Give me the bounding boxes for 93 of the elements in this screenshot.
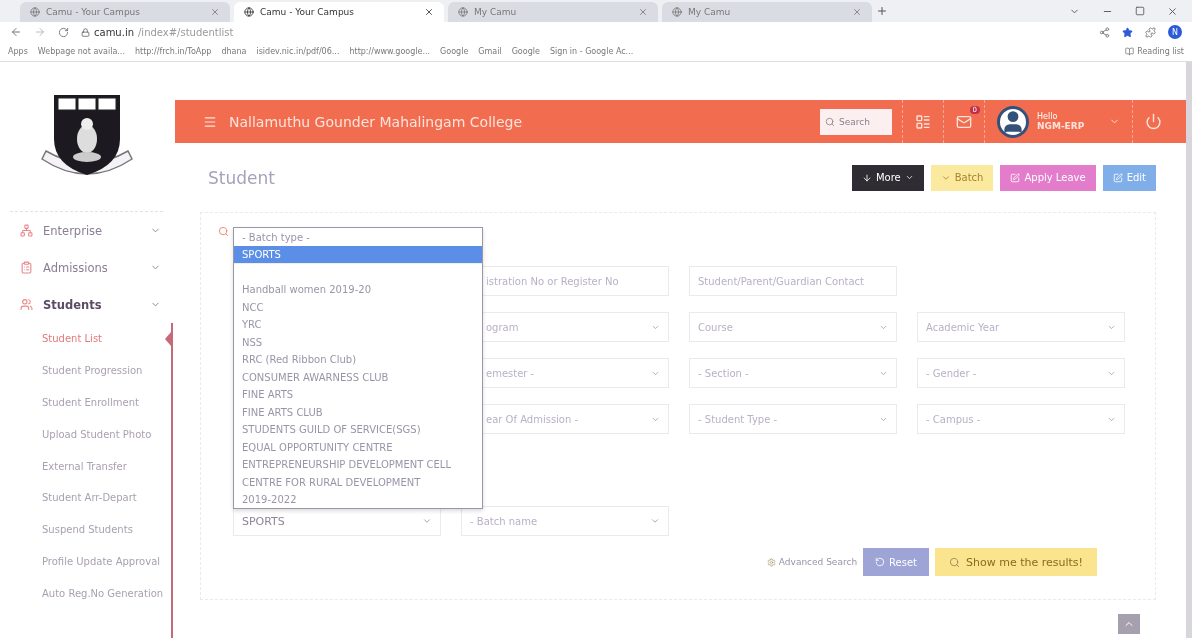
star-icon[interactable] xyxy=(1122,26,1133,38)
lock-icon xyxy=(81,27,90,37)
page-title: Student xyxy=(208,167,276,188)
select-field[interactable]: - Gender - xyxy=(917,358,1125,388)
dropdown-option[interactable]: CONSUMER AWARNESS CLUB xyxy=(234,368,482,386)
globe-icon xyxy=(244,7,254,17)
puzzle-icon[interactable] xyxy=(1145,26,1156,38)
edit-icon xyxy=(1010,172,1021,183)
reload-icon[interactable] xyxy=(58,26,69,38)
back-icon[interactable] xyxy=(10,26,22,38)
select-field[interactable]: - Campus - xyxy=(917,404,1125,434)
select-field[interactable]: - Student Type - xyxy=(689,404,897,434)
select-field[interactable]: Academic Year xyxy=(917,312,1125,342)
sidebar-subitem[interactable]: Suspend Students xyxy=(0,513,171,546)
globe-icon xyxy=(672,7,682,17)
action-button[interactable]: More xyxy=(851,164,924,191)
clipboard-icon xyxy=(20,261,33,274)
user-avatar[interactable] xyxy=(997,105,1029,138)
sidebar-subitem[interactable]: Student Enrollment xyxy=(0,386,171,419)
sidebar-subitem[interactable]: Student Arr-Depart xyxy=(0,482,171,514)
sidebar-subitem[interactable]: External Transfer xyxy=(0,450,171,482)
maximize-icon[interactable] xyxy=(1135,5,1145,16)
action-button[interactable]: Batch xyxy=(930,164,994,191)
reset-button[interactable]: Reset xyxy=(863,548,930,576)
dropdown-option[interactable]: CENTRE FOR RURAL DEVELOPMENT xyxy=(234,473,482,491)
people-icon xyxy=(20,298,33,311)
new-tab-icon[interactable] xyxy=(876,5,888,17)
globe-icon xyxy=(30,7,40,17)
sidebar-subitem[interactable]: Upload Student Photo xyxy=(0,418,171,451)
sidebar-item[interactable]: Students xyxy=(0,286,173,323)
sidebar-subitem[interactable]: Student Progression xyxy=(0,354,171,387)
search-icon xyxy=(218,226,229,237)
browser-tab[interactable]: Camu - Your Campus xyxy=(20,2,230,22)
select-field[interactable]: - Section - xyxy=(689,358,897,388)
scroll-top-button[interactable] xyxy=(1118,614,1140,634)
sidebar-subitem[interactable]: Profile Update Approval xyxy=(0,545,171,578)
share-icon[interactable] xyxy=(1099,26,1110,38)
sidebar-item[interactable]: Admissions xyxy=(0,249,173,286)
user-name: NGM-ERP xyxy=(1037,121,1086,131)
browser-tab[interactable]: Camu - Your Campus xyxy=(234,2,444,22)
bookmark[interactable]: Google xyxy=(511,47,540,56)
greeting-text: Hello xyxy=(1037,112,1059,121)
search-icon xyxy=(949,556,961,568)
action-button[interactable]: Apply Leave xyxy=(1000,164,1096,191)
bookmark[interactable]: Gmail xyxy=(478,47,502,56)
globe-icon xyxy=(458,7,468,17)
select-field[interactable]: - Batch name xyxy=(461,506,669,536)
bookmark[interactable]: isidev.nic.in/pdf/06... xyxy=(256,47,340,56)
chevron-icon xyxy=(422,516,432,526)
bookmark[interactable]: http://www.google... xyxy=(349,47,431,56)
sidebar-subitem[interactable]: Auto Reg.No Generation xyxy=(0,577,171,610)
dropdown-option[interactable]: FINE ARTS CLUB xyxy=(234,403,482,421)
address-field[interactable]: camu.in /index#/studentlist xyxy=(81,26,1087,38)
bookmark[interactable]: Apps xyxy=(8,47,28,56)
close-icon[interactable] xyxy=(424,7,434,17)
browser-tab[interactable]: My Camu xyxy=(662,2,872,22)
bookmark[interactable]: http://frch.in/ToApp xyxy=(134,47,212,56)
reset-icon xyxy=(875,557,886,567)
select-field[interactable]: Course xyxy=(689,312,897,342)
college-name: Nallamuthu Gounder Mahalingam College xyxy=(229,113,524,130)
book-icon xyxy=(1125,47,1135,56)
dropdown-option[interactable]: - Batch type - xyxy=(234,228,482,246)
menu-icon[interactable] xyxy=(203,114,217,129)
search-field[interactable]: Search xyxy=(820,108,892,135)
chevron-icon xyxy=(650,516,660,526)
action-button[interactable]: Edit xyxy=(1102,164,1156,191)
reading-list-button[interactable]: Reading list xyxy=(1125,47,1184,56)
forward-icon[interactable] xyxy=(34,26,46,38)
bookmark[interactable]: dhana xyxy=(221,47,247,56)
close-icon[interactable] xyxy=(1167,5,1178,17)
caret-icon xyxy=(904,173,914,182)
advanced-search-link[interactable]: Advanced Search xyxy=(766,557,858,567)
dropdown-option[interactable]: NCC xyxy=(234,298,482,316)
profile-avatar[interactable]: N xyxy=(1168,25,1182,39)
list-icon[interactable] xyxy=(915,113,931,130)
bookmark[interactable]: Sign in - Google Ac... xyxy=(549,47,634,56)
power-icon[interactable] xyxy=(1145,113,1162,130)
bookmark[interactable]: Google xyxy=(440,47,469,56)
browser-tab[interactable]: My Camu xyxy=(448,2,658,22)
bookmark[interactable]: Webpage not availa... xyxy=(37,47,125,56)
search-icon xyxy=(825,116,835,127)
edit-icon xyxy=(1112,172,1123,183)
gear-icon xyxy=(766,557,776,567)
network-icon xyxy=(20,224,33,237)
sidebar-item[interactable]: Enterprise xyxy=(0,212,173,249)
dropdown-option[interactable]: Handball women 2019-20 xyxy=(234,263,482,298)
arrow-down-icon xyxy=(861,172,872,183)
dropdown-option[interactable]: NSS xyxy=(234,333,482,351)
dropdown-option[interactable]: EQUAL OPPORTUNITY CENTRE xyxy=(234,438,482,456)
mail-icon[interactable] xyxy=(956,113,972,130)
sidebar-subitem[interactable]: Student List xyxy=(0,323,171,355)
show-results-button[interactable]: Show me the results! xyxy=(935,548,1097,576)
input-field[interactable]: Student/Parent/Guardian Contact xyxy=(689,266,897,296)
